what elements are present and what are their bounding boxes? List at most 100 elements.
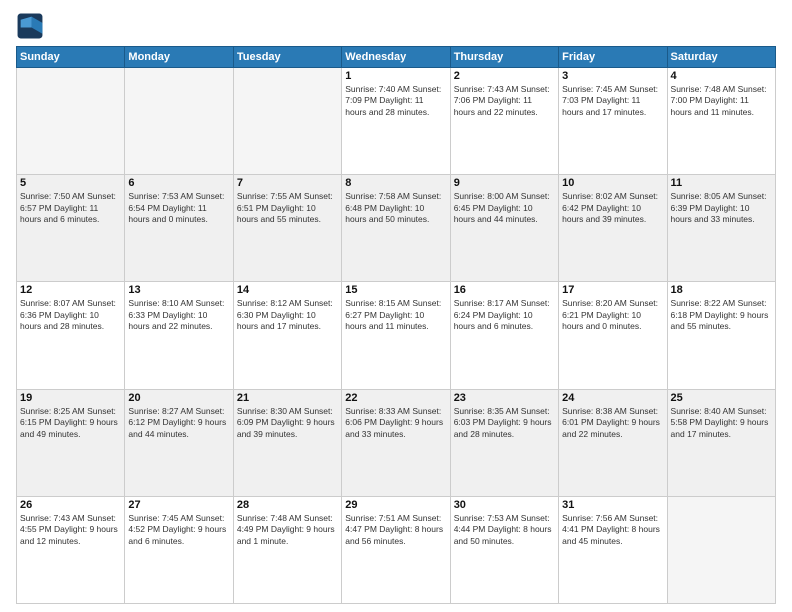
- day-number: 24: [562, 392, 663, 404]
- weekday-header-saturday: Saturday: [667, 47, 775, 68]
- day-cell: [125, 68, 233, 175]
- day-number: 26: [20, 499, 121, 511]
- weekday-header-monday: Monday: [125, 47, 233, 68]
- header: [16, 12, 776, 40]
- weekday-header-thursday: Thursday: [450, 47, 558, 68]
- day-cell: 31 Sunrise: 7:56 AM Sunset: 4:41 PM Dayli…: [559, 496, 667, 603]
- day-cell: 3 Sunrise: 7:45 AM Sunset: 7:03 PM Daylig…: [559, 68, 667, 175]
- day-cell: 12 Sunrise: 8:07 AM Sunset: 6:36 PM Dayli…: [17, 282, 125, 389]
- day-info: Sunrise: 7:51 AM Sunset: 4:47 PM Dayligh…: [345, 513, 446, 547]
- day-info: Sunrise: 8:38 AM Sunset: 6:01 PM Dayligh…: [562, 406, 663, 440]
- day-info: Sunrise: 8:25 AM Sunset: 6:15 PM Dayligh…: [20, 406, 121, 440]
- day-cell: 26 Sunrise: 7:43 AM Sunset: 4:55 PM Dayli…: [17, 496, 125, 603]
- day-cell: 7 Sunrise: 7:55 AM Sunset: 6:51 PM Daylig…: [233, 175, 341, 282]
- day-number: 22: [345, 392, 446, 404]
- day-cell: 29 Sunrise: 7:51 AM Sunset: 4:47 PM Dayli…: [342, 496, 450, 603]
- day-number: 16: [454, 284, 555, 296]
- day-number: 13: [128, 284, 229, 296]
- day-info: Sunrise: 8:07 AM Sunset: 6:36 PM Dayligh…: [20, 298, 121, 332]
- day-info: Sunrise: 7:45 AM Sunset: 4:52 PM Dayligh…: [128, 513, 229, 547]
- day-cell: 10 Sunrise: 8:02 AM Sunset: 6:42 PM Dayli…: [559, 175, 667, 282]
- day-number: 4: [671, 70, 772, 82]
- day-number: 6: [128, 177, 229, 189]
- day-cell: 16 Sunrise: 8:17 AM Sunset: 6:24 PM Dayli…: [450, 282, 558, 389]
- day-number: 12: [20, 284, 121, 296]
- day-cell: 15 Sunrise: 8:15 AM Sunset: 6:27 PM Dayli…: [342, 282, 450, 389]
- weekday-header-wednesday: Wednesday: [342, 47, 450, 68]
- day-cell: 21 Sunrise: 8:30 AM Sunset: 6:09 PM Dayli…: [233, 389, 341, 496]
- day-info: Sunrise: 8:05 AM Sunset: 6:39 PM Dayligh…: [671, 191, 772, 225]
- day-cell: 11 Sunrise: 8:05 AM Sunset: 6:39 PM Dayli…: [667, 175, 775, 282]
- day-cell: 2 Sunrise: 7:43 AM Sunset: 7:06 PM Daylig…: [450, 68, 558, 175]
- day-info: Sunrise: 8:35 AM Sunset: 6:03 PM Dayligh…: [454, 406, 555, 440]
- day-info: Sunrise: 7:53 AM Sunset: 4:44 PM Dayligh…: [454, 513, 555, 547]
- day-number: 11: [671, 177, 772, 189]
- day-number: 7: [237, 177, 338, 189]
- page: SundayMondayTuesdayWednesdayThursdayFrid…: [0, 0, 792, 612]
- week-row-2: 5 Sunrise: 7:50 AM Sunset: 6:57 PM Daylig…: [17, 175, 776, 282]
- day-cell: 27 Sunrise: 7:45 AM Sunset: 4:52 PM Dayli…: [125, 496, 233, 603]
- logo-icon: [16, 12, 44, 40]
- day-info: Sunrise: 8:00 AM Sunset: 6:45 PM Dayligh…: [454, 191, 555, 225]
- calendar-table: SundayMondayTuesdayWednesdayThursdayFrid…: [16, 46, 776, 604]
- day-info: Sunrise: 8:17 AM Sunset: 6:24 PM Dayligh…: [454, 298, 555, 332]
- logo: [16, 12, 48, 40]
- day-cell: 8Sunrise: 7:58 AM Sunset: 6:48 PM Daylig…: [342, 175, 450, 282]
- week-row-4: 19 Sunrise: 8:25 AM Sunset: 6:15 PM Dayli…: [17, 389, 776, 496]
- day-cell: 5 Sunrise: 7:50 AM Sunset: 6:57 PM Daylig…: [17, 175, 125, 282]
- day-cell: [233, 68, 341, 175]
- day-info: Sunrise: 7:43 AM Sunset: 4:55 PM Dayligh…: [20, 513, 121, 547]
- day-cell: 20 Sunrise: 8:27 AM Sunset: 6:12 PM Dayli…: [125, 389, 233, 496]
- day-info: Sunrise: 7:53 AM Sunset: 6:54 PM Dayligh…: [128, 191, 229, 225]
- week-row-3: 12 Sunrise: 8:07 AM Sunset: 6:36 PM Dayli…: [17, 282, 776, 389]
- day-cell: 22 Sunrise: 8:33 AM Sunset: 6:06 PM Dayli…: [342, 389, 450, 496]
- day-number: 14: [237, 284, 338, 296]
- day-cell: 25Sunrise: 8:40 AM Sunset: 5:58 PM Dayli…: [667, 389, 775, 496]
- day-number: 15: [345, 284, 446, 296]
- day-info: Sunrise: 8:22 AM Sunset: 6:18 PM Dayligh…: [671, 298, 772, 332]
- day-number: 30: [454, 499, 555, 511]
- day-number: 10: [562, 177, 663, 189]
- day-number: 27: [128, 499, 229, 511]
- day-info: Sunrise: 8:27 AM Sunset: 6:12 PM Dayligh…: [128, 406, 229, 440]
- day-cell: 6 Sunrise: 7:53 AM Sunset: 6:54 PM Daylig…: [125, 175, 233, 282]
- day-info: Sunrise: 8:33 AM Sunset: 6:06 PM Dayligh…: [345, 406, 446, 440]
- day-info: Sunrise: 8:10 AM Sunset: 6:33 PM Dayligh…: [128, 298, 229, 332]
- day-number: 1: [345, 70, 446, 82]
- day-cell: 18Sunrise: 8:22 AM Sunset: 6:18 PM Dayli…: [667, 282, 775, 389]
- day-info: Sunrise: 7:56 AM Sunset: 4:41 PM Dayligh…: [562, 513, 663, 547]
- day-info: Sunrise: 7:50 AM Sunset: 6:57 PM Dayligh…: [20, 191, 121, 225]
- day-info: Sunrise: 7:48 AM Sunset: 4:49 PM Dayligh…: [237, 513, 338, 547]
- day-number: 9: [454, 177, 555, 189]
- day-number: 19: [20, 392, 121, 404]
- weekday-header-tuesday: Tuesday: [233, 47, 341, 68]
- day-info: Sunrise: 8:02 AM Sunset: 6:42 PM Dayligh…: [562, 191, 663, 225]
- day-number: 21: [237, 392, 338, 404]
- day-number: 20: [128, 392, 229, 404]
- week-row-1: 1 Sunrise: 7:40 AM Sunset: 7:09 PM Daylig…: [17, 68, 776, 175]
- day-cell: 4Sunrise: 7:48 AM Sunset: 7:00 PM Daylig…: [667, 68, 775, 175]
- day-cell: 13 Sunrise: 8:10 AM Sunset: 6:33 PM Dayli…: [125, 282, 233, 389]
- day-info: Sunrise: 7:45 AM Sunset: 7:03 PM Dayligh…: [562, 84, 663, 118]
- day-cell: [667, 496, 775, 603]
- day-info: Sunrise: 8:20 AM Sunset: 6:21 PM Dayligh…: [562, 298, 663, 332]
- day-cell: 1 Sunrise: 7:40 AM Sunset: 7:09 PM Daylig…: [342, 68, 450, 175]
- day-info: Sunrise: 7:43 AM Sunset: 7:06 PM Dayligh…: [454, 84, 555, 118]
- day-number: 31: [562, 499, 663, 511]
- day-info: Sunrise: 8:30 AM Sunset: 6:09 PM Dayligh…: [237, 406, 338, 440]
- day-number: 3: [562, 70, 663, 82]
- day-cell: 30 Sunrise: 7:53 AM Sunset: 4:44 PM Dayli…: [450, 496, 558, 603]
- day-number: 29: [345, 499, 446, 511]
- day-info: Sunrise: 7:58 AM Sunset: 6:48 PM Dayligh…: [345, 191, 446, 225]
- day-cell: 24 Sunrise: 8:38 AM Sunset: 6:01 PM Dayli…: [559, 389, 667, 496]
- day-number: 5: [20, 177, 121, 189]
- day-info: Sunrise: 8:12 AM Sunset: 6:30 PM Dayligh…: [237, 298, 338, 332]
- day-number: 23: [454, 392, 555, 404]
- day-number: 2: [454, 70, 555, 82]
- day-info: Sunrise: 7:40 AM Sunset: 7:09 PM Dayligh…: [345, 84, 446, 118]
- day-number: 28: [237, 499, 338, 511]
- day-info: Sunrise: 7:55 AM Sunset: 6:51 PM Dayligh…: [237, 191, 338, 225]
- day-number: 25: [671, 392, 772, 404]
- day-info: Sunrise: 8:15 AM Sunset: 6:27 PM Dayligh…: [345, 298, 446, 332]
- day-cell: 17Sunrise: 8:20 AM Sunset: 6:21 PM Dayli…: [559, 282, 667, 389]
